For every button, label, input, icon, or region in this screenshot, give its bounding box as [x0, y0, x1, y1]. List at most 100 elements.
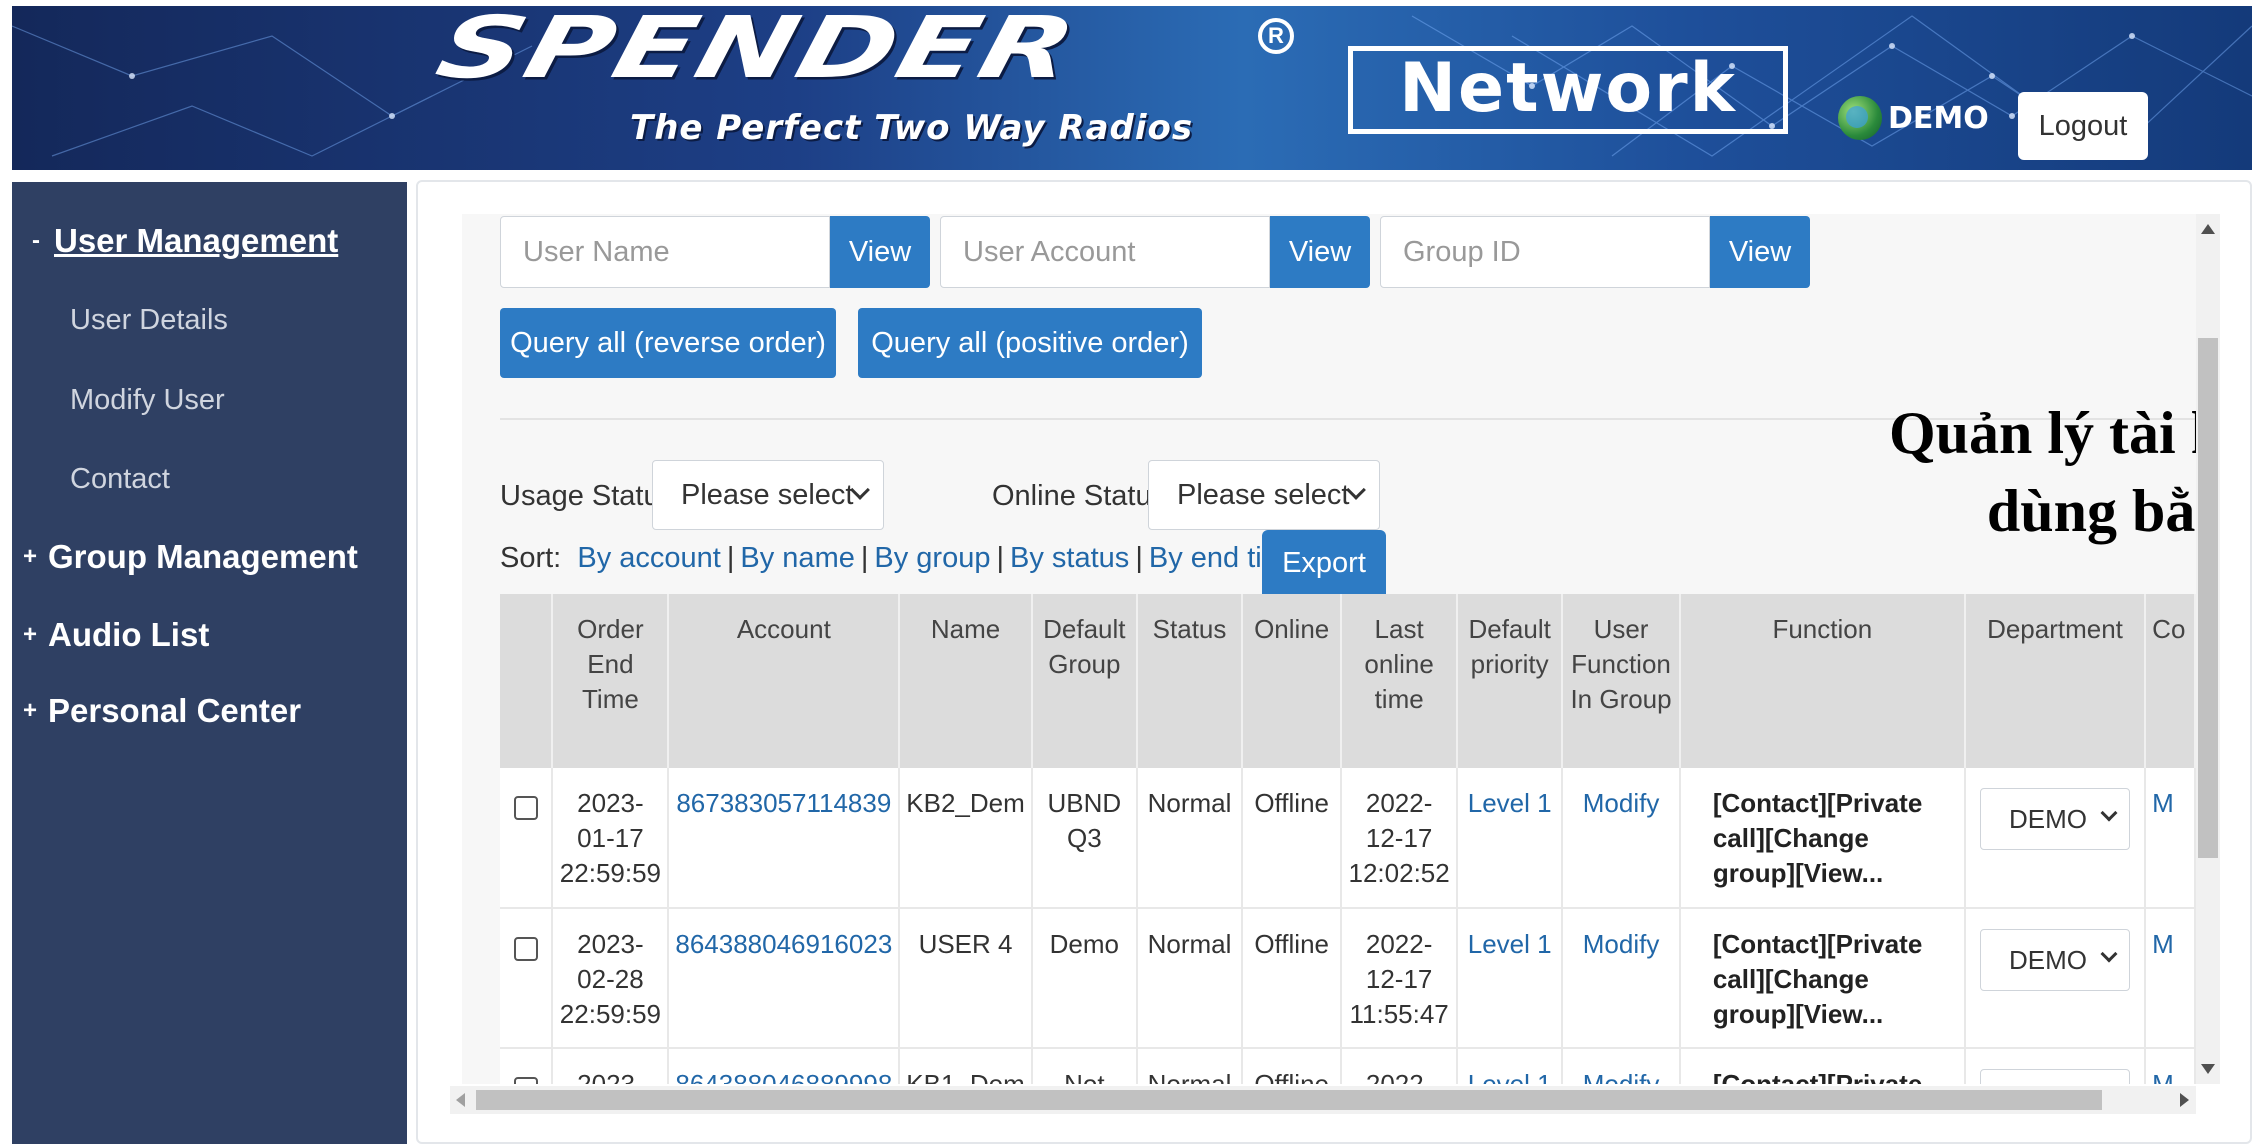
sort-by-group-link[interactable]: By group: [874, 542, 990, 574]
function-cell: [Contact][Private call][Change group][Vi…: [1679, 908, 1966, 1049]
brand-tagline: The Perfect Two Way Radios: [630, 108, 1194, 148]
main-content: User Name View User Account View Group I…: [462, 214, 2196, 1084]
column-header-default-group[interactable]: Default Group: [1031, 594, 1138, 768]
expand-icon: +: [22, 543, 37, 570]
online-status-label: Online Status:: [992, 480, 1175, 512]
order-end-time-cell: 2023-02-28 22:59:59: [552, 908, 670, 1049]
sort-by-status-link[interactable]: By status: [1010, 542, 1129, 574]
scroll-down-arrow-icon[interactable]: [2201, 1064, 2215, 1074]
status-cell: Normal: [1136, 1048, 1244, 1084]
department-select[interactable]: [1979, 1069, 2130, 1084]
usage-status-value: Please select: [681, 479, 854, 511]
sidebar-item-contact[interactable]: Contact: [70, 463, 170, 496]
group-id-input[interactable]: Group ID: [1380, 216, 1710, 288]
last-online-time-cell: 2022-12-17 12:02:52: [1341, 768, 1459, 909]
co-link[interactable]: M: [2145, 1048, 2196, 1084]
user-name-search: User Name View: [500, 216, 930, 288]
horizontal-scroll-thumb[interactable]: [476, 1090, 2102, 1110]
status-cell: Normal: [1136, 768, 1244, 909]
account-link[interactable]: 864388046916023: [668, 908, 901, 1049]
sidebar-section-label: Group Management: [48, 538, 358, 575]
user-name-input[interactable]: User Name: [500, 216, 830, 288]
column-header-status[interactable]: Status: [1136, 594, 1244, 768]
row-checkbox[interactable]: [513, 796, 538, 820]
default-group-cell: Not: [1031, 1048, 1138, 1084]
last-online-time-cell: 2022-12-17 11:55:47: [1341, 908, 1459, 1049]
annotation-line-1: Quản lý tài khoản người: [1888, 400, 2196, 466]
query-all-positive-button[interactable]: Query all (positive order): [858, 308, 1202, 378]
view-user-name-button[interactable]: View: [830, 216, 930, 288]
online-cell: Offline: [1242, 908, 1343, 1049]
online-cell: Offline: [1242, 1048, 1343, 1084]
vertical-scroll-thumb[interactable]: [2198, 338, 2218, 858]
row-checkbox[interactable]: [513, 937, 538, 961]
department-value: DEMO: [2008, 804, 2087, 834]
registered-mark-icon: R: [1258, 18, 1294, 54]
co-link[interactable]: M: [2145, 768, 2196, 909]
online-cell: Offline: [1242, 768, 1343, 909]
scroll-right-arrow-icon[interactable]: [2180, 1093, 2189, 1107]
user-function-modify-link[interactable]: Modify: [1562, 908, 1681, 1049]
sort-by-name-link[interactable]: By name: [740, 542, 854, 574]
default-priority-link[interactable]: Level 1: [1457, 908, 1564, 1049]
query-all-reverse-button[interactable]: Query all (reverse order): [500, 308, 836, 378]
online-status-select[interactable]: Please select: [1148, 460, 1380, 530]
table-row: 2023-02-28 22:59:59 864388046916023 USER…: [500, 908, 2196, 1049]
column-header-account[interactable]: Account: [668, 594, 901, 768]
department-select[interactable]: DEMO: [1979, 929, 2130, 991]
sidebar-item-user-details[interactable]: User Details: [70, 304, 228, 337]
user-function-modify-link[interactable]: Modify: [1562, 1048, 1681, 1084]
column-header-co[interactable]: Co: [2145, 594, 2196, 768]
sort-by-account-link[interactable]: By account: [577, 542, 720, 574]
sidebar-section-personal-center[interactable]: + Personal Center: [12, 692, 301, 730]
sort-separator: |: [860, 542, 869, 574]
row-checkbox[interactable]: [513, 1077, 538, 1084]
sidebar-section-group-management[interactable]: + Group Management: [12, 538, 358, 576]
scroll-left-arrow-icon[interactable]: [456, 1093, 465, 1107]
default-group-cell: UBND Q3: [1031, 768, 1138, 909]
view-group-id-button[interactable]: View: [1710, 216, 1810, 288]
order-end-time-cell: 2023-01-17 22:59:59: [552, 768, 670, 909]
co-link[interactable]: M: [2145, 908, 2196, 1049]
sort-label: Sort:: [500, 542, 562, 574]
sidebar-item-modify-user[interactable]: Modify User: [70, 384, 225, 417]
expand-icon: +: [22, 697, 37, 724]
column-header-last-online-time[interactable]: Last online time: [1341, 594, 1459, 768]
account-link[interactable]: 864388046889998: [668, 1048, 901, 1084]
user-function-modify-link[interactable]: Modify: [1562, 768, 1681, 909]
usage-status-select[interactable]: Please select: [652, 460, 884, 530]
user-table-container: Order End Time Account Name Default Grou…: [500, 594, 2196, 1084]
department-select[interactable]: DEMO: [1979, 788, 2130, 850]
table-row: 2023- 864388046889998 KB1_Dem Not Normal…: [500, 1048, 2196, 1084]
sidebar-section-audio-list[interactable]: + Audio List: [12, 616, 209, 654]
account-link[interactable]: 867383057114839: [668, 768, 901, 909]
user-account-input[interactable]: User Account: [940, 216, 1270, 288]
logout-button[interactable]: Logout: [2018, 92, 2148, 160]
export-button[interactable]: Export: [1262, 530, 1386, 594]
view-user-account-button[interactable]: View: [1270, 216, 1370, 288]
column-header-order-end-time[interactable]: Order End Time: [552, 594, 670, 768]
sort-bar: Sort: By account | By name | By group | By sta…: [500, 542, 1302, 575]
imei-annotation: Quản lý tài khoản người dùng bằng IMEI: [1812, 394, 2196, 550]
column-header-name[interactable]: Name: [899, 594, 1033, 768]
account-name: DEMO: [1888, 100, 1989, 136]
last-online-time-cell: 2022-: [1341, 1048, 1459, 1084]
online-status-value: Please select: [1177, 479, 1350, 511]
sort-separator: |: [996, 542, 1005, 574]
default-priority-link[interactable]: Level 1: [1457, 1048, 1564, 1084]
scroll-up-arrow-icon[interactable]: [2201, 224, 2215, 234]
column-header-function[interactable]: Function: [1679, 594, 1966, 768]
chevron-down-icon: [2100, 945, 2118, 963]
column-header-default-priority[interactable]: Default priority: [1457, 594, 1564, 768]
sidebar-section-user-management[interactable]: - User Management: [18, 222, 338, 260]
column-header-user-function[interactable]: User Function In Group: [1562, 594, 1681, 768]
table-row: 2023-01-17 22:59:59 867383057114839 KB2_…: [500, 768, 2196, 909]
brand-logo: SPENDER: [427, 0, 1087, 98]
column-header-department[interactable]: Department: [1964, 594, 2147, 768]
table-header-row: Order End Time Account Name Default Grou…: [500, 594, 2196, 768]
name-cell: KB2_Dem: [899, 768, 1033, 909]
default-priority-link[interactable]: Level 1: [1457, 768, 1564, 909]
collapse-icon: -: [32, 227, 40, 254]
sidebar: - User Management User Details Modify Us…: [12, 182, 407, 1144]
column-header-online[interactable]: Online: [1242, 594, 1343, 768]
